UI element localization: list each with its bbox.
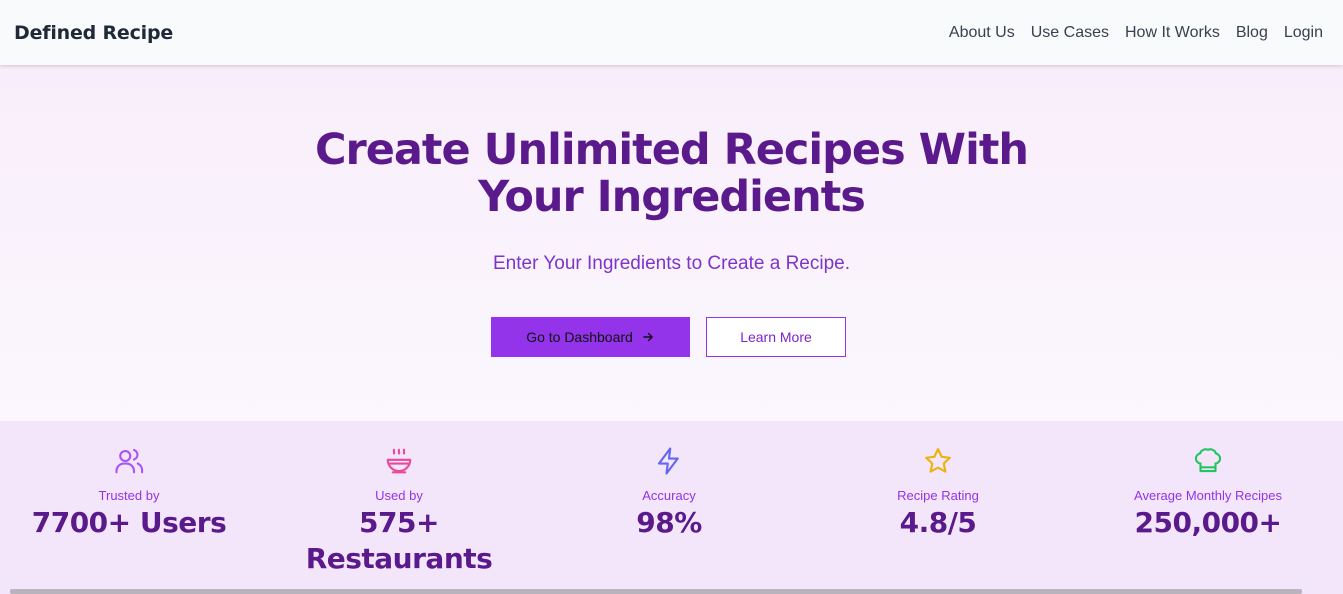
hero-subtitle: Enter Your Ingredients to Create a Recip…	[492, 253, 850, 274]
horizontal-scrollbar[interactable]	[10, 589, 1302, 594]
stat-label: Used by	[375, 488, 423, 503]
nav-link-use-cases[interactable]: Use Cases	[1031, 24, 1109, 42]
stats-section: Trusted by 7700+ Users Used by 575+ Rest…	[0, 421, 1343, 594]
nav-link-how-it-works[interactable]: How It Works	[1125, 24, 1220, 42]
soup-bowl-icon	[386, 448, 412, 474]
stat-value: 7700+ Users	[31, 506, 227, 539]
stat-value: 575+ Restaurants	[305, 506, 493, 575]
stat-label: Recipe Rating	[897, 488, 979, 503]
nav-link-login[interactable]: Login	[1284, 24, 1323, 42]
hero-title: Create Unlimited Recipes With Your Ingre…	[0, 127, 1343, 221]
brand-logo[interactable]: Defined Recipe	[14, 22, 173, 44]
users-icon	[115, 448, 144, 474]
chef-hat-icon	[1194, 448, 1222, 473]
stat-label: Average Monthly Recipes	[1134, 488, 1282, 503]
nav-link-about-us[interactable]: About Us	[949, 24, 1015, 42]
go-to-dashboard-button[interactable]: Go to Dashboard	[491, 317, 690, 357]
lightning-icon	[657, 447, 679, 475]
hero-title-line-2: Your Ingredients	[478, 172, 866, 222]
nav-link-blog[interactable]: Blog	[1236, 24, 1268, 42]
stat-value: 4.8/5	[899, 506, 977, 539]
stat-label: Accuracy	[642, 488, 696, 503]
nav-links: About Us Use Cases How It Works Blog Log…	[949, 24, 1329, 42]
learn-more-button[interactable]: Learn More	[706, 317, 846, 357]
stat-value: 250,000+	[1134, 506, 1283, 539]
stat-value: 98%	[636, 506, 702, 539]
hero-section: Create Unlimited Recipes With Your Ingre…	[0, 65, 1343, 421]
star-icon	[925, 448, 951, 473]
go-to-dashboard-label: Go to Dashboard	[526, 329, 633, 345]
top-navbar: Defined Recipe About Us Use Cases How It…	[0, 0, 1343, 65]
arrow-right-icon	[643, 332, 653, 342]
stat-label: Trusted by	[98, 488, 160, 503]
hero-title-line-1: Create Unlimited Recipes With	[314, 125, 1029, 175]
